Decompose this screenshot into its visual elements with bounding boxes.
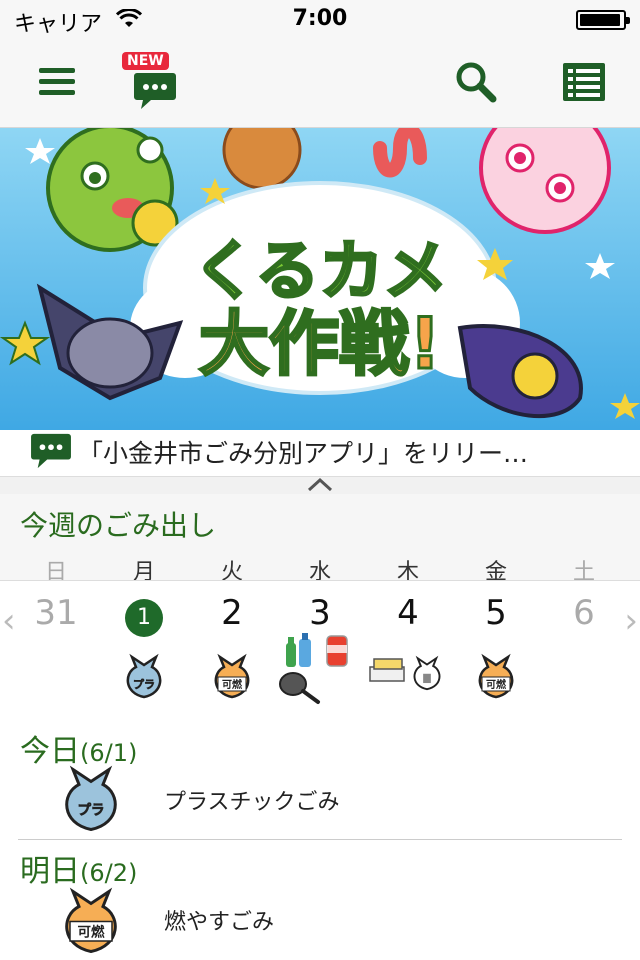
today-marker: 1 bbox=[125, 599, 163, 637]
hazard-bag-icon bbox=[410, 653, 444, 697]
news-ticker[interactable]: 「小金井市ごみ分別アプリ」をリリー… bbox=[0, 430, 640, 476]
messages-button[interactable]: NEW bbox=[110, 40, 200, 128]
burnable-bag-icon: 可燃 bbox=[58, 884, 124, 960]
paper-bundle-icon bbox=[368, 655, 406, 689]
tue-bag-label: 可燃 bbox=[222, 678, 243, 691]
banner-title-line2: 大作戦! bbox=[198, 302, 443, 387]
today-schedule[interactable]: 今日(6/1) プラ プラスチックごみ bbox=[0, 720, 640, 840]
tomorrow-date: (6/2) bbox=[80, 859, 138, 887]
week-title: 今週のごみ出し bbox=[20, 509, 217, 542]
news-headline: 「小金井市ごみ分別アプリ」をリリー… bbox=[78, 439, 529, 468]
date-sun[interactable]: 31 bbox=[12, 593, 100, 633]
battery-fill bbox=[580, 14, 620, 26]
can-icon bbox=[324, 633, 350, 671]
today-item: プラスチックごみ bbox=[164, 790, 340, 815]
menu-button[interactable] bbox=[22, 40, 92, 128]
search-button[interactable] bbox=[440, 40, 512, 128]
battery-icon bbox=[576, 10, 630, 30]
magnifier-icon bbox=[455, 61, 497, 107]
frying-pan-icon bbox=[278, 671, 322, 709]
today-bag-label: プラ bbox=[78, 803, 105, 819]
chat-bubble-icon bbox=[133, 71, 177, 115]
promo-banner[interactable]: くるカメ 大作戦! bbox=[0, 128, 640, 430]
date-thu[interactable]: 4 bbox=[364, 593, 452, 633]
weekly-schedule: 今週のごみ出し 日 月 火 水 木 金 土 ‹ › 31 1 2 3 4 5 6… bbox=[0, 494, 640, 718]
date-row: ‹ › 31 1 2 3 4 5 6 プラ 可燃 可燃 bbox=[0, 580, 640, 718]
status-bar: キャリア 7:00 bbox=[0, 0, 640, 40]
clock: 7:00 bbox=[292, 6, 348, 31]
chat-bubble-icon bbox=[30, 432, 72, 474]
tomorrow-item: 燃やすごみ bbox=[164, 910, 275, 935]
date-wed[interactable]: 3 bbox=[276, 593, 364, 633]
collapse-handle[interactable] bbox=[0, 476, 640, 494]
burnable-bag-icon: 可燃 bbox=[210, 653, 254, 703]
burnable-bag-icon: 可燃 bbox=[474, 653, 518, 703]
divider bbox=[18, 839, 622, 840]
fri-bag-label: 可燃 bbox=[486, 678, 507, 691]
mon-bag-label: プラ bbox=[133, 677, 155, 691]
date-tue[interactable]: 2 bbox=[188, 593, 276, 633]
tomorrow-bag-label: 可燃 bbox=[78, 924, 105, 941]
date-sat[interactable]: 6 bbox=[540, 593, 628, 633]
plastic-bag-icon: プラ bbox=[58, 762, 124, 838]
new-badge: NEW bbox=[122, 52, 169, 70]
toolbar: NEW bbox=[0, 40, 640, 128]
tomorrow-schedule[interactable]: 明日(6/2) 可燃 燃やすごみ bbox=[0, 842, 640, 960]
date-mon[interactable]: 1 bbox=[100, 593, 188, 637]
hamburger-menu-icon bbox=[39, 66, 75, 102]
plastic-bag-icon: プラ bbox=[122, 653, 166, 703]
date-fri[interactable]: 5 bbox=[452, 593, 540, 633]
plastic-bottle-icon bbox=[284, 633, 314, 673]
list-view-button[interactable] bbox=[548, 40, 620, 128]
list-view-icon bbox=[563, 63, 605, 105]
